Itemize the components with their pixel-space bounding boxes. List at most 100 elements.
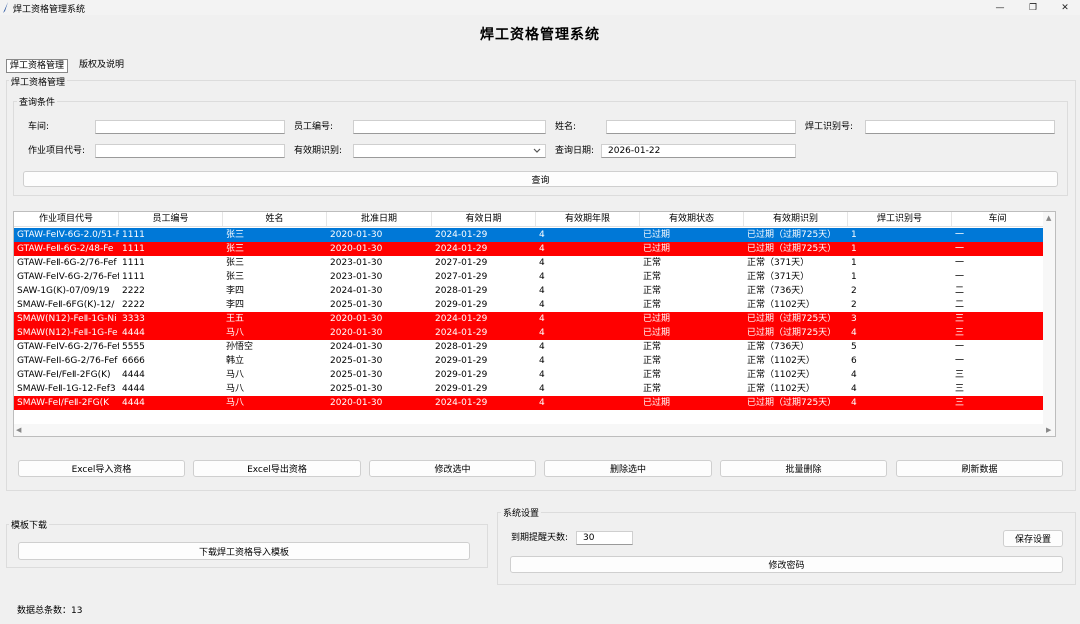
name-input[interactable] <box>606 120 796 134</box>
table-cell: GTAW-FeIV-6G-2/76-Fef <box>17 272 119 282</box>
remind-days-input[interactable]: 30 <box>576 531 633 545</box>
table-row[interactable]: SAW-1G(K)-07/09/19 2222 李四 2024-01-30 2028-0… <box>14 284 1044 298</box>
validity-select[interactable] <box>353 144 546 158</box>
table-cell: 2023-01-30 <box>330 258 383 268</box>
table-row[interactable]: GTAW-FeIV-6G-2.0/51-F 1111 张三 2020-01-30 202… <box>14 228 1044 242</box>
table-cell: 正常 <box>643 272 662 282</box>
table-cell: 正常（371天） <box>747 258 810 268</box>
table-cell: 已过期（过期725天） <box>747 244 837 254</box>
col-header-workshop[interactable]: 车间 <box>952 212 1044 226</box>
table-row[interactable]: SMAW-FeⅡ-1G-12-Fef3 4444 马八 2025-01-30 2029-… <box>14 382 1044 396</box>
tab-copyright[interactable]: 版权及说明 <box>76 59 127 73</box>
save-settings-button[interactable]: 保存设置 <box>1003 530 1063 547</box>
table-cell: GTAW-FeIV-6G-2.0/51-F <box>17 230 119 240</box>
col-header-valid-years[interactable]: 有效期年限 <box>536 212 640 226</box>
excel-export-button[interactable]: Excel导出资格 <box>193 460 361 477</box>
table-row[interactable]: GTAW-FeⅠ/FeⅡ-2FG(K) 4444 马八 2025-01-30 2029-… <box>14 368 1044 382</box>
table-cell: SMAW-FeⅠ/FeⅡ-2FG(K <box>17 398 110 408</box>
table-cell: 4 <box>851 328 857 338</box>
query-date-input[interactable]: 2026-01-22 <box>601 144 796 158</box>
table-cell: 已过期 <box>643 314 671 324</box>
table-cell: 孙悟空 <box>226 342 254 352</box>
table-row[interactable]: GTAW-FeIV-6G-2/76-Fef 5555 孙悟空 2024-01-30 20… <box>14 340 1044 354</box>
table-row[interactable]: GTAW-FeⅡ-6G-2/76-Fef 1111 张三 2023-01-30 2027… <box>14 256 1044 270</box>
table-row[interactable]: SMAW-FeⅠ/FeⅡ-2FG(K 4444 马八 2020-01-30 2024-0… <box>14 396 1044 410</box>
scroll-up-icon[interactable]: ▲ <box>1046 214 1051 222</box>
table-cell: 1 <box>851 272 857 282</box>
table-cell: 一 <box>955 258 965 268</box>
minimize-button[interactable]: — <box>985 0 1015 15</box>
table-cell: 2020-01-30 <box>330 230 383 240</box>
table-vertical-scrollbar[interactable]: ▲ <box>1043 212 1055 436</box>
window-title: 焊工资格管理系统 <box>13 5 86 15</box>
table-cell: SMAW(N12)-FeⅡ-1G-Fe <box>17 328 118 338</box>
table-cell: 马八 <box>226 328 245 338</box>
table-cell: 2025-01-30 <box>330 384 383 394</box>
table-cell: 马八 <box>226 384 245 394</box>
change-password-button[interactable]: 修改密码 <box>510 556 1063 573</box>
table-cell: 正常（1102天） <box>747 384 815 394</box>
table-cell: 一 <box>955 272 965 282</box>
col-header-name[interactable]: 姓名 <box>223 212 327 226</box>
table-cell: 正常 <box>643 300 662 310</box>
table-cell: 王五 <box>226 314 245 324</box>
table-cell: 张三 <box>226 230 245 240</box>
col-header-validity-id[interactable]: 有效期识别 <box>744 212 848 226</box>
table-row[interactable]: GTAW-FeⅡ-6G-2/48-Fe 1111 张三 2020-01-30 2024-… <box>14 242 1044 256</box>
excel-import-button[interactable]: Excel导入资格 <box>18 460 185 477</box>
qualification-table[interactable]: 作业项目代号 员工编号 姓名 批准日期 有效日期 有效期年限 有效期状态 有效期… <box>13 211 1056 437</box>
table-row[interactable]: GTAW-FeIV-6G-2/76-Fef 1111 张三 2023-01-30 202… <box>14 270 1044 284</box>
table-row[interactable]: SMAW(N12)-FeⅡ-1G-Fe 4444 马八 2020-01-30 2024-… <box>14 326 1044 340</box>
table-cell: 1111 <box>122 258 145 268</box>
scroll-right-icon[interactable]: ▶ <box>1046 426 1051 434</box>
table-cell: 一 <box>955 356 965 366</box>
table-cell: 4444 <box>122 398 145 408</box>
batch-delete-button[interactable]: 批量删除 <box>720 460 887 477</box>
table-cell: 已过期 <box>643 328 671 338</box>
scroll-left-icon[interactable]: ◀ <box>16 426 21 434</box>
table-cell: 4 <box>539 272 545 282</box>
col-header-valid-date[interactable]: 有效日期 <box>432 212 536 226</box>
delete-selected-button[interactable]: 删除选中 <box>544 460 712 477</box>
table-cell: 4 <box>539 328 545 338</box>
query-button[interactable]: 查询 <box>23 171 1058 187</box>
table-cell: 2 <box>851 286 857 296</box>
workshop-input[interactable] <box>95 120 285 134</box>
table-cell: 已过期 <box>643 230 671 240</box>
item-code-label: 作业项目代号: <box>28 146 86 156</box>
col-header-welder-id[interactable]: 焊工识别号 <box>848 212 952 226</box>
table-cell: 2029-01-29 <box>435 300 488 310</box>
item-code-input[interactable] <box>95 144 285 158</box>
restore-button[interactable]: ❐ <box>1018 0 1048 15</box>
refresh-button[interactable]: 刷新数据 <box>896 460 1063 477</box>
table-cell: 三 <box>955 398 965 408</box>
col-header-approval-date[interactable]: 批准日期 <box>327 212 432 226</box>
tab-welder-qualification[interactable]: 焊工资格管理 <box>6 59 69 73</box>
download-template-button[interactable]: 下载焊工资格导入模板 <box>18 542 470 560</box>
table-cell: SMAW-FeⅡ-1G-12-Fef3 <box>17 384 116 394</box>
col-header-employee-no[interactable]: 员工编号 <box>119 212 223 226</box>
table-cell: 一 <box>955 230 965 240</box>
outer-group-label: 焊工资格管理 <box>9 75 68 88</box>
table-cell: 2025-01-30 <box>330 370 383 380</box>
table-row[interactable]: GTAW-FeII-6G-2/76-Fef 6666 韩立 2025-01-30 202… <box>14 354 1044 368</box>
welder-id-input[interactable] <box>865 120 1055 134</box>
table-cell: 4444 <box>122 384 145 394</box>
col-header-validity-status[interactable]: 有效期状态 <box>640 212 744 226</box>
table-cell: 已过期（过期725天） <box>747 314 837 324</box>
employee-no-input[interactable] <box>353 120 546 134</box>
table-cell: 2024-01-29 <box>435 398 488 408</box>
col-header-item-code[interactable]: 作业项目代号 <box>14 212 119 226</box>
close-button[interactable]: ✕ <box>1050 0 1080 15</box>
table-cell: 三 <box>955 370 965 380</box>
table-cell: 张三 <box>226 272 245 282</box>
table-cell: 5 <box>851 342 857 352</box>
table-cell: 正常（1102天） <box>747 300 815 310</box>
table-horizontal-scrollbar[interactable]: ◀ ▶ <box>14 424 1051 436</box>
edit-selected-button[interactable]: 修改选中 <box>369 460 536 477</box>
table-row[interactable]: SMAW-FeⅡ-6FG(K)-12/2222 李四 2025-01-30 2029-… <box>14 298 1044 312</box>
table-row[interactable]: SMAW(N12)-FeⅡ-1G-Ni 3333 王五 2020-01-30 2024-… <box>14 312 1044 326</box>
validity-label: 有效期识别: <box>294 146 343 156</box>
table-cell: 2020-01-30 <box>330 328 383 338</box>
welder-id-label: 焊工识别号: <box>805 122 854 132</box>
